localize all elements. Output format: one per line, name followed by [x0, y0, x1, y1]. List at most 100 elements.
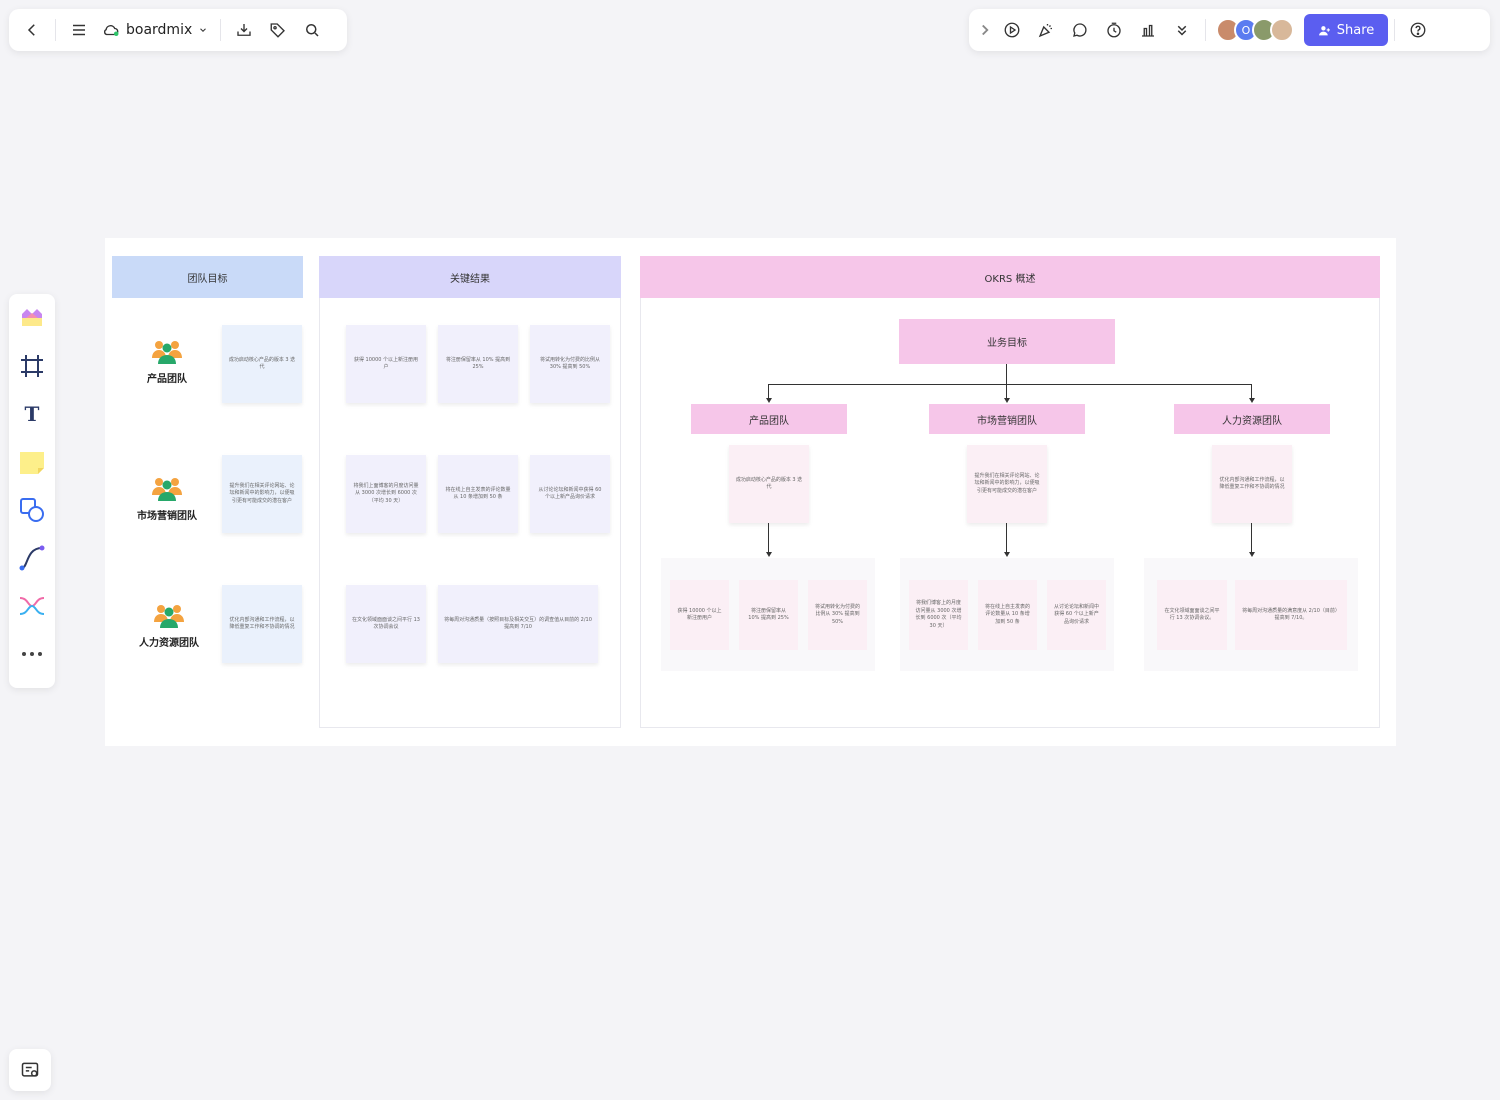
canvas-frame[interactable]: 团队目标 关键结果 OKRS 概述 产品团队 成功启动核心产品的版本 3 迭代 … [105, 238, 1396, 746]
team-goal-note[interactable]: 提升我们在相关评论网站、论坛和新闻中的影响力，以便吸引更有可能成交的潜在客户 [222, 455, 302, 533]
app-name: boardmix [126, 22, 193, 38]
okr-goal-note[interactable]: 提升我们在相关评论网站、论坛和新闻中的影响力，以便吸引更有可能成交的潜在客户 [967, 445, 1047, 523]
help-icon [1410, 22, 1426, 38]
header-okrs[interactable]: OKRS 概述 [640, 256, 1380, 298]
okr-result-note[interactable]: 将我们博客上的月度访问量从 3000 次增长到 6000 次（平均 30 天） [909, 580, 968, 650]
header-key-results[interactable]: 关键结果 [319, 256, 621, 298]
divider [1394, 19, 1395, 41]
connector [1006, 523, 1007, 553]
okr-result-note[interactable]: 将每周对沟通质量的满意度从 2/10（目前）提高到 7/10。 [1235, 580, 1347, 650]
frame-tool[interactable] [16, 350, 48, 382]
celebrate-button[interactable] [1029, 13, 1063, 47]
team-goal-note[interactable]: 优化内部沟通和工作流程，以降低重复工作和不协调的情况 [222, 585, 302, 663]
okr-goal-note[interactable]: 优化内部沟通和工作流程，以降低重复工作和不协调的情况 [1212, 445, 1292, 523]
key-result-note[interactable]: 将在线上自主发表的评论数量从 10 条增加到 50 条 [438, 455, 518, 533]
templates-tool[interactable] [16, 302, 48, 334]
team-hr[interactable]: 人力资源团队 [127, 602, 211, 649]
curve-icon [19, 545, 45, 571]
help-button[interactable] [1401, 13, 1435, 47]
team-marketing[interactable]: 市场营销团队 [127, 475, 207, 522]
chevron-right-icon [982, 24, 989, 36]
play-icon [1004, 22, 1020, 38]
team-icon [152, 478, 182, 501]
share-button[interactable]: Share [1304, 14, 1388, 46]
connector-tool[interactable] [16, 542, 48, 574]
key-result-note[interactable]: 将每周对沟通质量（按照目标及相关交互）的调查值从目前的 2/10 提高到 7/1… [438, 585, 598, 663]
okr-result-note[interactable]: 将试用转化为付费的比例从 30% 提高到 50% [808, 580, 867, 650]
main-toolbar: boardmix [9, 9, 347, 51]
divider [55, 19, 56, 41]
team-product[interactable]: 产品团队 [132, 338, 202, 385]
templates-icon [22, 309, 42, 326]
comment-button[interactable] [1063, 13, 1097, 47]
connector [1251, 523, 1252, 553]
key-result-note[interactable]: 在文化领域面面谈之间平行 13 次协调会议 [346, 585, 426, 663]
okr-result-note[interactable]: 将在线上自主发表的评论数量从 10 条增加到 50 条 [978, 580, 1037, 650]
bar-chart-icon [1142, 24, 1154, 37]
team-name: 人力资源团队 [139, 638, 199, 649]
mindmap-tool[interactable] [16, 590, 48, 622]
frame-icon [21, 355, 43, 377]
okr-result-note[interactable]: 获得 10000 个以上新注册用户 [670, 580, 729, 650]
minimap-button[interactable] [9, 1049, 51, 1091]
party-icon [1038, 24, 1052, 38]
key-result-note[interactable]: 将我们上面博客的月度访问量从 3000 次增长到 6000 次（平均 30 天） [346, 455, 426, 533]
okr-goal-note[interactable]: 成功启动核心产品的版本 3 迭代 [729, 445, 809, 523]
minimap-icon [21, 1062, 39, 1077]
vote-button[interactable] [1131, 13, 1165, 47]
arrow-head [1004, 552, 1010, 557]
menu-icon [73, 24, 85, 36]
team-name: 产品团队 [147, 374, 187, 385]
arrow-head [766, 552, 772, 557]
connector [1006, 384, 1007, 398]
more-icon [22, 652, 42, 656]
okr-root[interactable]: 业务目标 [899, 319, 1115, 364]
download-button[interactable] [227, 13, 261, 47]
arrow-head [1249, 398, 1255, 403]
tag-button[interactable] [261, 13, 295, 47]
team-icon [152, 341, 182, 364]
connector [768, 523, 769, 553]
team-goal-note[interactable]: 成功启动核心产品的版本 3 迭代 [222, 325, 302, 403]
chevron-down-icon [200, 28, 207, 32]
search-button[interactable] [295, 13, 329, 47]
collapse-button[interactable] [975, 13, 995, 47]
key-result-note[interactable]: 从讨论论坛和新闻中获得 60 个以上新产品询价请求 [530, 455, 610, 533]
share-label: Share [1336, 22, 1375, 38]
connector [768, 384, 769, 398]
tag-icon [270, 23, 286, 38]
user-add-icon [1318, 25, 1330, 35]
key-result-note[interactable]: 将试用转化为付费的比例从 30% 提高到 50% [530, 325, 610, 403]
okr-branch-product[interactable]: 产品团队 [691, 404, 847, 434]
text-tool[interactable]: T [16, 398, 48, 430]
key-result-note[interactable]: 获得 10000 个以上新注册用户 [346, 325, 426, 403]
sticky-note-tool[interactable] [16, 446, 48, 478]
okr-result-note[interactable]: 在文化领域面面谈之间平行 13 次协调会议。 [1157, 580, 1227, 650]
collaborator-avatars[interactable]: O [1216, 18, 1294, 42]
comment-icon [1073, 23, 1087, 37]
present-button[interactable] [995, 13, 1029, 47]
tool-palette: T [9, 294, 55, 688]
key-result-note[interactable]: 将注册保留率从 10% 提高到 25% [438, 325, 518, 403]
okr-branch-hr[interactable]: 人力资源团队 [1174, 404, 1330, 434]
search-icon [306, 24, 319, 37]
back-button[interactable] [15, 13, 49, 47]
avatar[interactable] [1270, 18, 1294, 42]
chevron-left-icon [27, 24, 35, 36]
connector [1251, 384, 1252, 398]
timer-button[interactable] [1097, 13, 1131, 47]
text-icon: T [25, 402, 40, 426]
shape-tool[interactable] [16, 494, 48, 526]
menu-button[interactable] [62, 13, 96, 47]
more-tools-button[interactable] [1165, 13, 1199, 47]
okr-result-note[interactable]: 将注册保留率从 10% 提高到 25% [739, 580, 798, 650]
cloud-icon [104, 25, 119, 36]
shape-icon [20, 498, 44, 522]
file-menu[interactable]: boardmix [96, 13, 214, 47]
collab-toolbar: O Share [969, 9, 1490, 51]
header-team-goals[interactable]: 团队目标 [112, 256, 303, 298]
okr-branch-marketing[interactable]: 市场营销团队 [929, 404, 1085, 434]
okr-result-note[interactable]: 从讨论论坛和新闻中获得 60 个以上新产品询价请求 [1047, 580, 1106, 650]
more-tools[interactable] [16, 638, 48, 670]
svg-text:T: T [25, 402, 40, 426]
